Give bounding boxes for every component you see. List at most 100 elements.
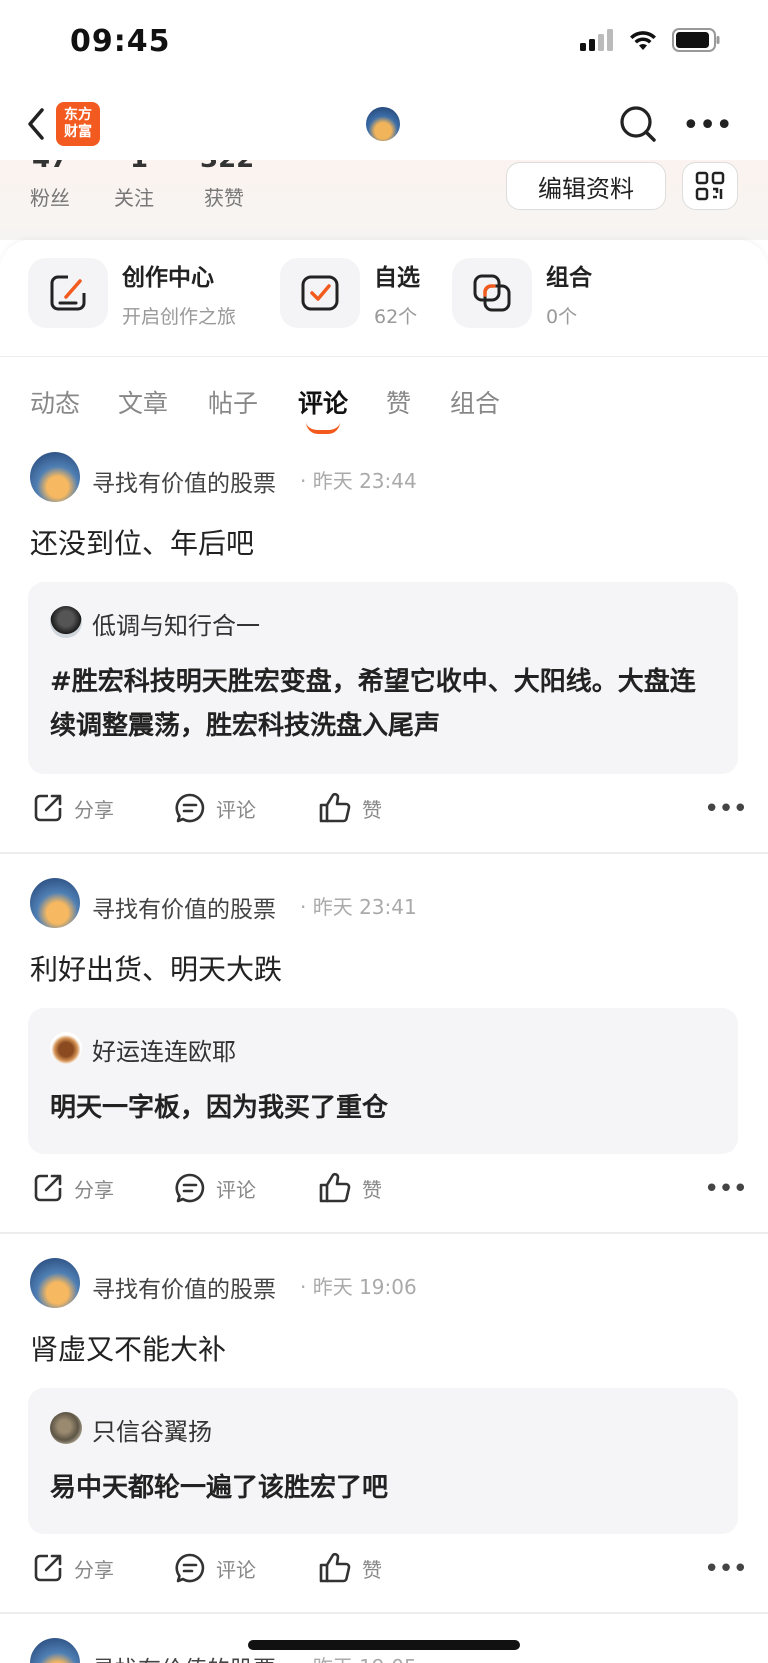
more-icon[interactable]: ••• (704, 1174, 748, 1204)
search-icon[interactable] (618, 104, 658, 144)
status-time: 09:45 (70, 24, 171, 59)
like-label: 赞 (362, 1177, 382, 1202)
shortcut-subtitle: 开启创作之旅 (122, 305, 237, 328)
profile-stats: 47 粉丝 1 关注 322 获赞 编辑资料 (0, 160, 768, 240)
nav-bar: 东方 财富 ••• (0, 90, 768, 160)
stat-label: 获赞 (204, 186, 244, 210)
app-logo: 东方 财富 (56, 102, 100, 146)
shortcut-creation-center[interactable]: 创作中心 开启创作之旅 (28, 258, 236, 328)
signal-icon (580, 29, 613, 51)
comment-icon (175, 1553, 205, 1583)
comment-text: 肾虚又不能大补 (30, 1333, 227, 1366)
author-name[interactable]: 寻找有价值的股票 (92, 1270, 276, 1304)
post-time: · 昨天 19:06 (300, 1275, 417, 1299)
shortcut-subtitle: 62个 (374, 305, 418, 328)
tab-articles[interactable]: 文章 (118, 384, 168, 420)
author-name[interactable]: 寻找有价值的股票 (92, 464, 276, 498)
stat-value: 1 (130, 160, 148, 174)
share-button[interactable]: 分享 (32, 1172, 114, 1204)
stat-label: 粉丝 (30, 186, 70, 210)
comment-icon (175, 793, 205, 823)
profile-avatar-small[interactable] (366, 107, 400, 141)
stat-value: 322 (200, 160, 254, 174)
qr-code-button[interactable] (682, 162, 738, 210)
post-time: · 昨天 19:05 (300, 1651, 417, 1663)
thumbs-up-icon (319, 1172, 351, 1203)
portfolio-icon (452, 258, 532, 328)
post-time: · 昨天 23:44 (300, 469, 417, 493)
more-icon[interactable]: ••• (704, 1554, 748, 1584)
divider (0, 356, 768, 357)
comment-text: 利好出货、明天大跌 (30, 953, 283, 986)
thumbs-up-icon (319, 1552, 351, 1583)
post-time: · 昨天 23:41 (300, 895, 417, 919)
comment-item[interactable]: 寻找有价值的股票 · 昨天 23:41 利好出货、明天大跌 好运连连欧耶 明天一… (0, 878, 768, 1218)
home-indicator[interactable] (248, 1640, 520, 1650)
comment-label: 评论 (216, 797, 256, 822)
shortcut-watchlist[interactable]: 自选 62个 (280, 258, 420, 328)
quoted-post[interactable]: 低调与知行合一 #胜宏科技明天胜宏变盘，希望它收中、大阳线。大盘连续调整震荡，胜… (28, 582, 738, 774)
share-icon (34, 794, 62, 822)
user-avatar[interactable] (30, 1638, 80, 1663)
like-button[interactable]: 赞 (318, 792, 382, 824)
shortcut-title: 组合 (546, 264, 592, 291)
stat-label: 关注 (114, 186, 154, 210)
comment-item[interactable]: 寻找有价值的股票 · 昨天 23:44 还没到位、年后吧 低调与知行合一 #胜宏… (0, 452, 768, 832)
quoted-author-name[interactable]: 低调与知行合一 (92, 606, 260, 641)
status-icons (580, 28, 720, 52)
logo-text-top: 东方 (64, 107, 92, 123)
comment-button[interactable]: 评论 (174, 1552, 256, 1584)
shortcut-title: 自选 (374, 264, 420, 291)
shortcut-title: 创作中心 (122, 264, 214, 291)
share-label: 分享 (74, 797, 114, 822)
share-label: 分享 (74, 1557, 114, 1582)
wifi-icon (630, 31, 656, 50)
quoted-post[interactable]: 只信谷翼扬 易中天都轮一遍了该胜宏了吧 (28, 1388, 738, 1534)
like-label: 赞 (362, 797, 382, 822)
post-actions: 分享 评论 赞 ••• (0, 1172, 768, 1212)
more-icon[interactable]: ••• (704, 794, 748, 824)
quoted-post[interactable]: 好运连连欧耶 明天一字板，因为我买了重仓 (28, 1008, 738, 1154)
quoted-user-avatar (50, 606, 82, 638)
back-arrow-icon[interactable] (22, 104, 52, 144)
divider (0, 1232, 768, 1234)
divider (0, 852, 768, 854)
user-avatar[interactable] (30, 452, 80, 502)
stat-value: 47 (32, 160, 68, 174)
quoted-author-name[interactable]: 只信谷翼扬 (92, 1412, 212, 1447)
active-tab-indicator (306, 422, 340, 434)
quoted-author-name[interactable]: 好运连连欧耶 (92, 1032, 236, 1067)
qr-code-icon (695, 171, 725, 201)
shortcut-portfolio[interactable]: 组合 0个 (452, 258, 592, 328)
author-name[interactable]: 寻找有价值的股票 (92, 1650, 276, 1663)
tab-posts[interactable]: 帖子 (208, 384, 258, 420)
author-name[interactable]: 寻找有价值的股票 (92, 890, 276, 924)
divider (0, 1612, 768, 1614)
tab-likes[interactable]: 赞 (386, 384, 411, 420)
share-button[interactable]: 分享 (32, 792, 114, 824)
shortcut-subtitle: 0个 (546, 305, 578, 328)
thumbs-up-icon (319, 792, 351, 823)
edit-profile-button[interactable]: 编辑资料 (506, 162, 666, 210)
share-button[interactable]: 分享 (32, 1552, 114, 1584)
share-icon (34, 1174, 62, 1202)
user-avatar[interactable] (30, 1258, 80, 1308)
comment-item[interactable]: 寻找有价值的股票 · 昨天 19:06 肾虚又不能大补 只信谷翼扬 易中天都轮一… (0, 1258, 768, 1598)
quoted-text: 易中天都轮一遍了该胜宏了吧 (50, 1473, 389, 1503)
logo-text-bottom: 财富 (64, 124, 92, 140)
tab-comments[interactable]: 评论 (298, 384, 348, 420)
comment-button[interactable]: 评论 (174, 1172, 256, 1204)
share-label: 分享 (74, 1177, 114, 1202)
user-avatar[interactable] (30, 878, 80, 928)
more-options-icon[interactable]: ••• (682, 108, 733, 143)
battery-icon (672, 28, 720, 52)
like-label: 赞 (362, 1557, 382, 1582)
profile-tabs: 动态 文章 帖子 评论 赞 组合 (0, 370, 768, 440)
like-button[interactable]: 赞 (318, 1172, 382, 1204)
quoted-user-avatar (50, 1032, 82, 1064)
tab-activity[interactable]: 动态 (30, 384, 80, 420)
comment-button[interactable]: 评论 (174, 792, 256, 824)
tab-portfolios[interactable]: 组合 (450, 384, 500, 420)
like-button[interactable]: 赞 (318, 1552, 382, 1584)
status-bar: 09:45 (0, 0, 768, 90)
